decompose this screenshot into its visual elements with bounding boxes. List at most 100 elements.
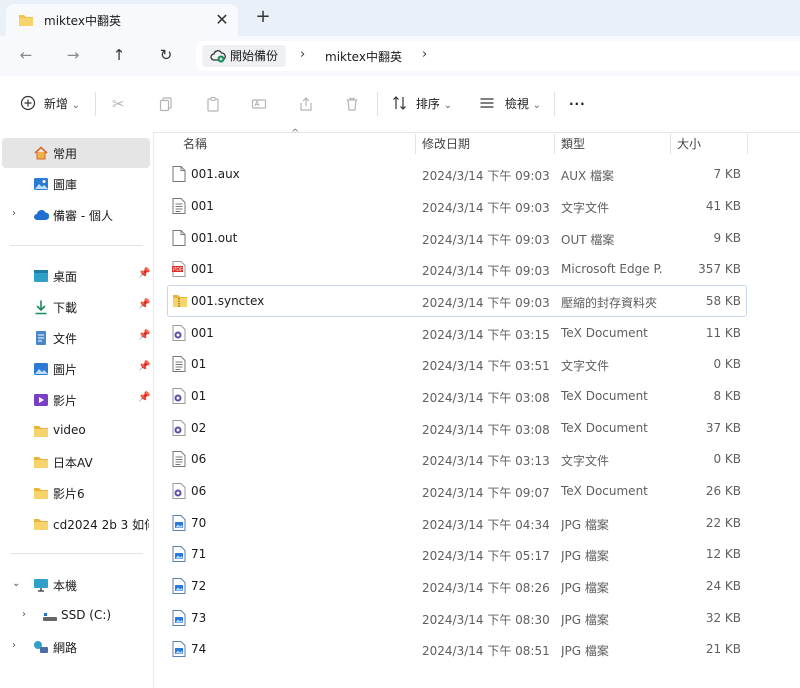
column-header-date[interactable]: 修改日期 [422,132,470,156]
column-header-type[interactable]: 類型 [561,132,585,156]
table-row[interactable]: 001.out 2024/3/14 下午 09:03 OUT 檔案 9 KB [168,223,746,253]
sidebar-label: 圖庫 [53,178,78,192]
image-file-icon [172,515,186,531]
pin-icon[interactable]: 📌 [138,392,150,403]
sidebar-item-ssd[interactable]: › SSD (C:) [2,601,150,631]
table-row[interactable]: 001.aux 2024/3/14 下午 09:03 AUX 檔案 7 KB [168,159,746,189]
table-row[interactable]: 06 2024/3/14 下午 03:13 文字文件 0 KB [168,444,746,474]
pin-icon[interactable]: 📌 [138,299,150,310]
sort-button[interactable]: 排序 ⌄ [392,94,452,114]
chevron-right-icon[interactable]: › [422,47,427,62]
sidebar-item-network[interactable]: › 網路 [2,632,150,662]
new-tab-button[interactable]: + [252,6,274,27]
table-row[interactable]: 72 2024/3/14 下午 08:26 JPG 檔案 24 KB [168,571,746,601]
image-file-icon [172,610,186,626]
paste-icon[interactable] [205,94,221,114]
sidebar-item-downloads[interactable]: 下載 📌 [2,292,150,322]
file-type: OUT 檔案 [561,233,615,247]
file-size: 22 KB [705,516,741,530]
image-file-icon [172,641,186,657]
file-name: 01 [191,389,207,403]
sort-ascending-icon: ^ [291,128,300,139]
cut-icon[interactable]: ✂ [112,94,125,114]
table-row[interactable]: PDF 001 2024/3/14 下午 09:03 Microsoft Edg… [168,254,746,284]
folder-icon [34,426,48,437]
file-date: 2024/3/14 下午 08:51 [422,644,550,658]
sidebar-item-home[interactable]: 常用 [2,138,150,168]
tab-miktex[interactable]: miktex中翻英 ✕ [6,4,238,36]
chevron-right-icon[interactable]: › [22,609,26,620]
sidebar-item-folder-4[interactable]: cd2024 2b 3 如何設 [2,509,150,539]
divider[interactable] [554,134,555,154]
divider[interactable] [670,134,671,154]
pdf-file-icon: PDF [172,261,186,277]
image-file-icon [172,578,186,594]
close-icon[interactable]: ✕ [212,10,232,29]
table-row[interactable]: 001 2024/3/14 下午 03:15 TeX Document 11 K… [168,318,746,348]
table-row[interactable]: 01 2024/3/14 下午 03:08 TeX Document 8 KB [168,381,746,411]
sidebar-label: 下載 [53,301,78,315]
file-name: 001.aux [191,167,240,181]
cloud-icon [34,210,49,220]
divider[interactable] [415,134,416,154]
view-list-icon [480,98,494,108]
divider[interactable] [747,134,748,154]
copy-icon[interactable] [158,94,174,114]
table-row[interactable]: 74 2024/3/14 下午 08:51 JPG 檔案 21 KB [168,634,746,664]
up-icon[interactable]: ↑ [109,46,129,66]
sidebar-item-folder-2[interactable]: 日本AV [2,447,150,477]
column-header-size[interactable]: 大小 [677,132,701,156]
breadcrumb-home[interactable]: 開始備份 [202,45,287,67]
file-date: 2024/3/14 下午 09:03 [422,169,550,183]
pin-icon[interactable]: 📌 [138,268,150,279]
zip-folder-icon [173,295,187,307]
sidebar-item-desktop[interactable]: 桌面 📌 [2,261,150,291]
sidebar-item-gallery[interactable]: 圖庫 [2,169,150,199]
column-header-name[interactable]: 名稱 [183,132,207,156]
table-row[interactable]: 70 2024/3/14 下午 04:34 JPG 檔案 22 KB [168,508,746,538]
sidebar-item-documents[interactable]: 文件 📌 [2,323,150,353]
chevron-right-icon[interactable]: › [12,208,16,219]
table-row[interactable]: 001 2024/3/14 下午 09:03 文字文件 41 KB [168,191,746,221]
file-date: 2024/3/14 下午 03:13 [422,454,550,468]
sidebar-item-this-pc[interactable]: ⌄ 本機 [2,570,150,600]
sidebar-item-pictures[interactable]: 圖片 📌 [2,354,150,384]
rename-icon[interactable] [251,94,267,114]
chevron-down-icon[interactable]: ⌄ [12,578,20,589]
table-row[interactable]: 01 2024/3/14 下午 03:51 文字文件 0 KB [168,349,746,379]
more-options-icon[interactable]: ··· [569,94,586,114]
sidebar-item-onedrive[interactable]: › 備審 - 個人 [2,200,150,230]
sidebar-label: 文件 [53,332,78,346]
chevron-right-icon[interactable]: › [12,640,16,651]
new-button[interactable]: 新增 ⌄ [20,94,80,114]
file-size: 357 KB [698,262,741,276]
sidebar-item-video[interactable]: video [2,416,150,446]
file-size: 37 KB [705,421,741,435]
view-button[interactable]: 檢視 ⌄ [479,94,541,114]
file-name: 70 [191,516,207,530]
download-icon [35,300,47,315]
pin-icon[interactable]: 📌 [138,330,150,341]
delete-icon[interactable] [344,94,360,114]
file-list: 名稱 ^ 修改日期 類型 大小 001.aux 2024/3/14 下午 09:… [154,128,800,688]
back-icon[interactable]: ← [16,46,36,66]
sidebar-item-videos[interactable]: 影片 📌 [2,385,150,415]
forward-icon[interactable]: → [63,46,83,66]
table-row[interactable]: 02 2024/3/14 下午 03:08 TeX Document 37 KB [168,413,746,443]
file-date: 2024/3/14 下午 05:17 [422,549,550,563]
navigation-pane: 常用 圖庫 › 備審 - 個人 桌面 📌 下載 📌 文件 📌 圖片 📌 影片 📌… [0,132,154,688]
breadcrumb-folder[interactable]: miktex中翻英 [325,48,402,65]
refresh-icon[interactable]: ↻ [156,46,176,66]
file-type: TeX Document [561,421,648,435]
pin-icon[interactable]: 📌 [138,361,150,372]
home-icon [34,146,48,160]
share-icon[interactable] [298,94,314,114]
address-bar[interactable]: 開始備份 › miktex中翻英 › [196,41,800,71]
table-row[interactable]: 73 2024/3/14 下午 08:30 JPG 檔案 32 KB [168,603,746,633]
file-type: JPG 檔案 [561,613,609,627]
file-date: 2024/3/14 下午 08:26 [422,581,550,595]
sidebar-item-folder-3[interactable]: 影片6 [2,478,150,508]
table-row[interactable]: 06 2024/3/14 下午 09:07 TeX Document 26 KB [168,476,746,506]
table-row[interactable]: 001.synctex 2024/3/14 下午 09:03 壓縮的封存資料夾 … [167,285,747,317]
table-row[interactable]: 71 2024/3/14 下午 05:17 JPG 檔案 12 KB [168,539,746,569]
